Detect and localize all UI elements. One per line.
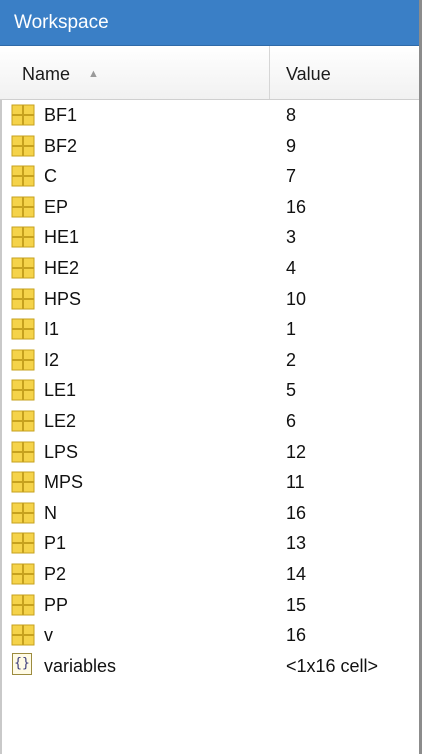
variable-value: 6 — [286, 410, 297, 431]
column-header-name[interactable]: Name ▲ — [0, 46, 270, 99]
table-row[interactable]: {} variables <1x16 cell> — [0, 651, 422, 682]
variable-name: P1 — [44, 533, 67, 554]
table-row[interactable]: HE2 4 — [0, 253, 422, 284]
column-header-value[interactable]: Value — [270, 46, 422, 99]
variable-value: 14 — [286, 563, 307, 584]
workspace-panel: Workspace Name ▲ Value BF1 8 BF2 9 C 7 EP 16 HE1… — [0, 0, 422, 754]
variable-name: HE1 — [44, 227, 80, 248]
matrix-icon — [11, 441, 35, 463]
table-row[interactable]: EP 16 — [0, 192, 422, 223]
table-row[interactable]: PP 15 — [0, 590, 422, 621]
variable-value: 16 — [286, 196, 307, 217]
matrix-icon — [11, 410, 35, 432]
column-header-name-label: Name — [22, 64, 71, 84]
variable-name: EP — [44, 196, 69, 217]
matrix-icon — [11, 257, 35, 279]
cell-array-icon: {} — [12, 652, 32, 675]
matrix-icon — [11, 563, 35, 585]
table-row[interactable]: C7 — [0, 161, 422, 192]
matrix-icon — [11, 624, 35, 646]
table-row[interactable]: BF1 8 — [0, 100, 422, 131]
table-header: Name ▲ Value — [0, 46, 422, 100]
matrix-icon — [11, 104, 35, 126]
variable-name: I1 — [44, 319, 60, 340]
matrix-icon — [11, 532, 35, 554]
variable-name: P2 — [44, 563, 67, 584]
matrix-icon — [11, 165, 35, 187]
table-row[interactable]: v 16 — [0, 620, 422, 651]
matrix-icon — [11, 135, 35, 157]
variable-value: 5 — [286, 380, 297, 401]
variable-name: MPS — [44, 472, 84, 493]
variable-value: 11 — [286, 472, 305, 493]
variable-name: variables — [44, 655, 117, 676]
variable-value: 9 — [286, 135, 297, 156]
table-row[interactable]: I1 1 — [0, 314, 422, 345]
variable-name: HPS — [44, 288, 82, 309]
variable-name: LE2 — [44, 410, 77, 431]
table-row[interactable]: P1 13 — [0, 528, 422, 559]
variable-value: 3 — [286, 227, 297, 248]
variable-name: I2 — [44, 349, 60, 370]
variable-name: N — [44, 502, 57, 523]
variable-value: 2 — [286, 349, 297, 370]
table-row[interactable]: I2 2 — [0, 345, 422, 376]
matrix-icon — [11, 594, 35, 615]
matrix-icon — [11, 502, 35, 524]
workspace-title: Workspace — [14, 12, 109, 33]
variable-value: 7 — [286, 166, 297, 187]
matrix-icon — [11, 226, 35, 248]
sort-ascending-icon: ▲ — [88, 68, 99, 80]
variable-name: C — [44, 166, 57, 187]
matrix-icon — [11, 318, 35, 340]
table-row[interactable]: P2 14 — [0, 559, 422, 590]
table-row[interactable]: MPS 11 — [0, 467, 422, 498]
variable-name: BF2 — [44, 135, 78, 156]
table-row[interactable]: BF2 9 — [0, 131, 422, 162]
table-row[interactable]: LPS 12 — [0, 437, 422, 468]
column-header-value-label: Value — [286, 64, 331, 84]
variable-name: LPS — [44, 441, 79, 462]
variable-name: LE1 — [44, 380, 77, 401]
matrix-icon — [11, 288, 35, 310]
variable-value: 4 — [286, 257, 297, 278]
variable-value: 10 — [286, 288, 307, 309]
variable-value: 16 — [286, 502, 307, 523]
variable-value: 12 — [286, 441, 307, 462]
table-row[interactable]: LE1 5 — [0, 375, 422, 406]
variable-name: PP — [44, 594, 69, 615]
variable-list: BF1 8 BF2 9 C 7 EP 16 HE1 3 HE2 4 HPS 10 I1 1 I2 2 LE1 5 LE2… — [0, 100, 422, 681]
table-row[interactable]: HPS 10 — [0, 284, 422, 315]
variable-name: HE2 — [44, 257, 80, 278]
variable-value: 1 — [286, 319, 297, 340]
matrix-icon — [11, 471, 35, 493]
variable-name: BF1 — [44, 105, 78, 125]
variable-value: 13 — [286, 533, 307, 554]
matrix-icon — [11, 196, 35, 218]
table-row[interactable]: N 16 — [0, 498, 422, 529]
variable-value: 15 — [286, 594, 307, 615]
variable-name: v — [44, 625, 53, 646]
variable-value: 16 — [286, 625, 307, 646]
workspace-titlebar[interactable]: Workspace — [0, 0, 422, 46]
variable-value: 8 — [286, 105, 297, 125]
table-row[interactable]: HE1 3 — [0, 222, 422, 253]
matrix-icon — [11, 379, 35, 401]
table-row[interactable]: LE2 6 — [0, 406, 422, 437]
matrix-icon — [11, 349, 35, 371]
variable-value: <1x16 cell> — [286, 655, 379, 676]
